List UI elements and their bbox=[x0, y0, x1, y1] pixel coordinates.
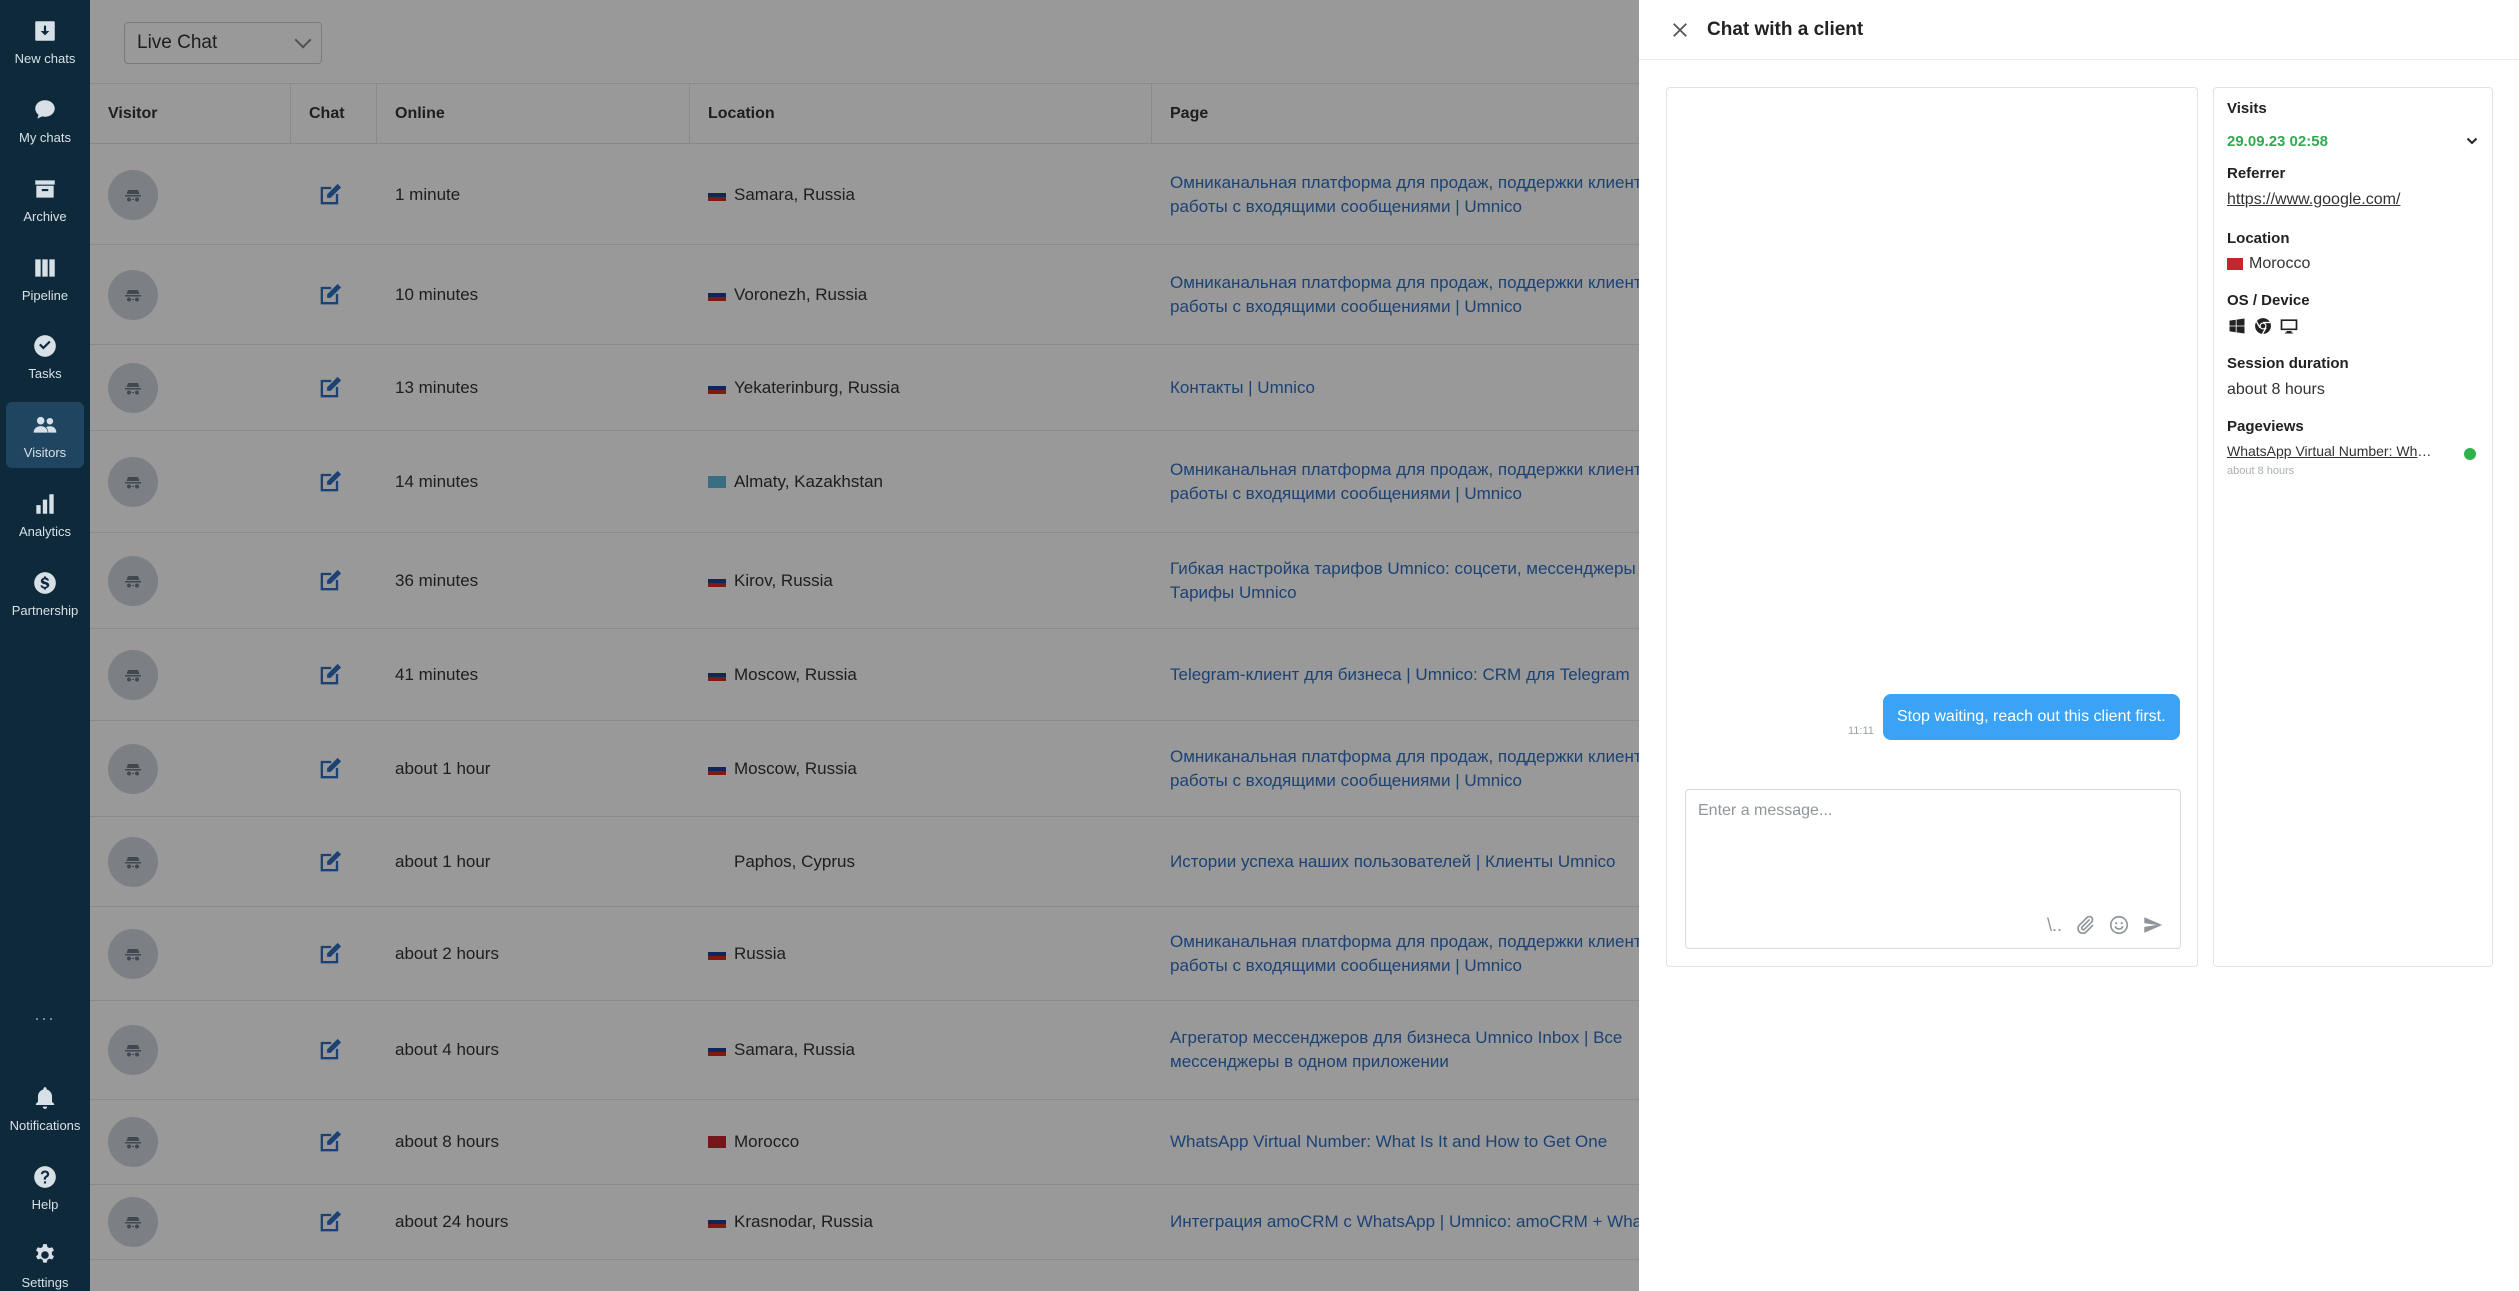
sidebar-item-pipeline[interactable]: Pipeline bbox=[6, 245, 84, 311]
download-icon bbox=[31, 17, 59, 45]
visitor-info-panel: Visits 29.09.23 02:58 Referrer https://w… bbox=[2213, 87, 2493, 967]
windows-icon bbox=[2227, 316, 2247, 341]
message-time: 11:11 bbox=[1848, 725, 1874, 737]
location-text: Morocco bbox=[2249, 255, 2311, 272]
gear-icon bbox=[31, 1241, 59, 1269]
bar-chart-icon bbox=[31, 490, 59, 518]
sidebar-item-my-chats[interactable]: My chats bbox=[6, 87, 84, 153]
referrer-link[interactable]: https://www.google.com/ bbox=[2227, 191, 2400, 209]
os-device-icons bbox=[2227, 316, 2299, 341]
close-icon[interactable] bbox=[1669, 19, 1691, 41]
sidebar-item-label: Pipeline bbox=[21, 287, 69, 303]
sidebar-item-label: Analytics bbox=[18, 523, 72, 539]
sidebar-item-visitors[interactable]: Visitors bbox=[6, 402, 84, 468]
drawer-title: Chat with a client bbox=[1707, 18, 1864, 40]
sidebar-item-notifications[interactable]: Notifications bbox=[6, 1075, 84, 1141]
drawer-header: Chat with a client bbox=[1639, 0, 2519, 60]
location-value: Morocco bbox=[2227, 255, 2310, 273]
session-duration-label: Session duration bbox=[2227, 355, 2349, 372]
users-icon bbox=[31, 411, 59, 439]
modal-backdrop[interactable] bbox=[90, 0, 1729, 1291]
morocco-flag-icon bbox=[2227, 258, 2243, 270]
message-bubble: Stop waiting, reach out this client firs… bbox=[1883, 694, 2180, 740]
sidebar-item-tasks[interactable]: Tasks bbox=[6, 323, 84, 389]
sidebar-item-label: Archive bbox=[23, 208, 67, 224]
online-status-dot bbox=[2464, 448, 2476, 460]
sidebar-item-label: Help bbox=[31, 1196, 59, 1212]
pageview-link[interactable]: WhatsApp Virtual Number: What Is It and … bbox=[2227, 443, 2437, 459]
chat-drawer: Chat with a client 11:11 Stop waiting, r… bbox=[1639, 0, 2519, 1291]
chevron-down-icon[interactable] bbox=[2466, 134, 2478, 146]
visit-date[interactable]: 29.09.23 02:58 bbox=[2227, 133, 2328, 150]
desktop-icon bbox=[2279, 316, 2299, 341]
attach-icon[interactable] bbox=[2074, 914, 2096, 936]
visits-label: Visits bbox=[2227, 100, 2267, 117]
message-input[interactable] bbox=[1686, 790, 2180, 910]
send-icon[interactable] bbox=[2142, 914, 2164, 936]
composer-tools: \.. bbox=[2047, 914, 2164, 936]
pipeline-icon bbox=[31, 254, 59, 282]
referrer-label: Referrer bbox=[2227, 165, 2286, 182]
location-label: Location bbox=[2227, 230, 2290, 247]
sidebar-item-label: Partnership bbox=[11, 602, 79, 618]
sidebar-item-analytics[interactable]: Analytics bbox=[6, 481, 84, 547]
bell-icon bbox=[31, 1084, 59, 1112]
sidebar-item-new-chats[interactable]: New chats bbox=[6, 8, 84, 74]
more-dots[interactable]: ... bbox=[0, 1004, 90, 1025]
archive-icon bbox=[31, 175, 59, 203]
emoji-icon[interactable] bbox=[2108, 914, 2130, 936]
sidebar-item-archive[interactable]: Archive bbox=[6, 166, 84, 232]
sidebar-item-settings[interactable]: Settings bbox=[6, 1232, 84, 1291]
question-icon bbox=[31, 1163, 59, 1191]
os-device-label: OS / Device bbox=[2227, 292, 2310, 309]
sidebar-item-label: Tasks bbox=[28, 365, 62, 381]
chat-bubble-icon bbox=[31, 96, 59, 124]
sidebar: New chats My chats Archive Pipeline Task… bbox=[0, 0, 90, 1291]
sidebar-item-label: My chats bbox=[18, 129, 71, 145]
sidebar-item-help[interactable]: Help bbox=[6, 1154, 84, 1220]
sidebar-item-label: New chats bbox=[14, 50, 76, 66]
sidebar-item-partnership[interactable]: Partnership bbox=[6, 560, 84, 626]
sidebar-item-label: Settings bbox=[21, 1274, 69, 1290]
sidebar-item-label: Notifications bbox=[9, 1117, 81, 1133]
message-composer: \.. bbox=[1685, 789, 2181, 949]
check-circle-icon bbox=[31, 332, 59, 360]
dollar-icon bbox=[31, 569, 59, 597]
session-duration-value: about 8 hours bbox=[2227, 381, 2325, 398]
sidebar-item-label: Visitors bbox=[23, 444, 67, 460]
chrome-icon bbox=[2253, 316, 2273, 341]
quick-replies-button[interactable]: \.. bbox=[2047, 915, 2062, 936]
chat-panel: 11:11 Stop waiting, reach out this clien… bbox=[1666, 87, 2198, 967]
pageview-time: about 8 hours bbox=[2227, 465, 2295, 477]
pageviews-label: Pageviews bbox=[2227, 418, 2304, 435]
